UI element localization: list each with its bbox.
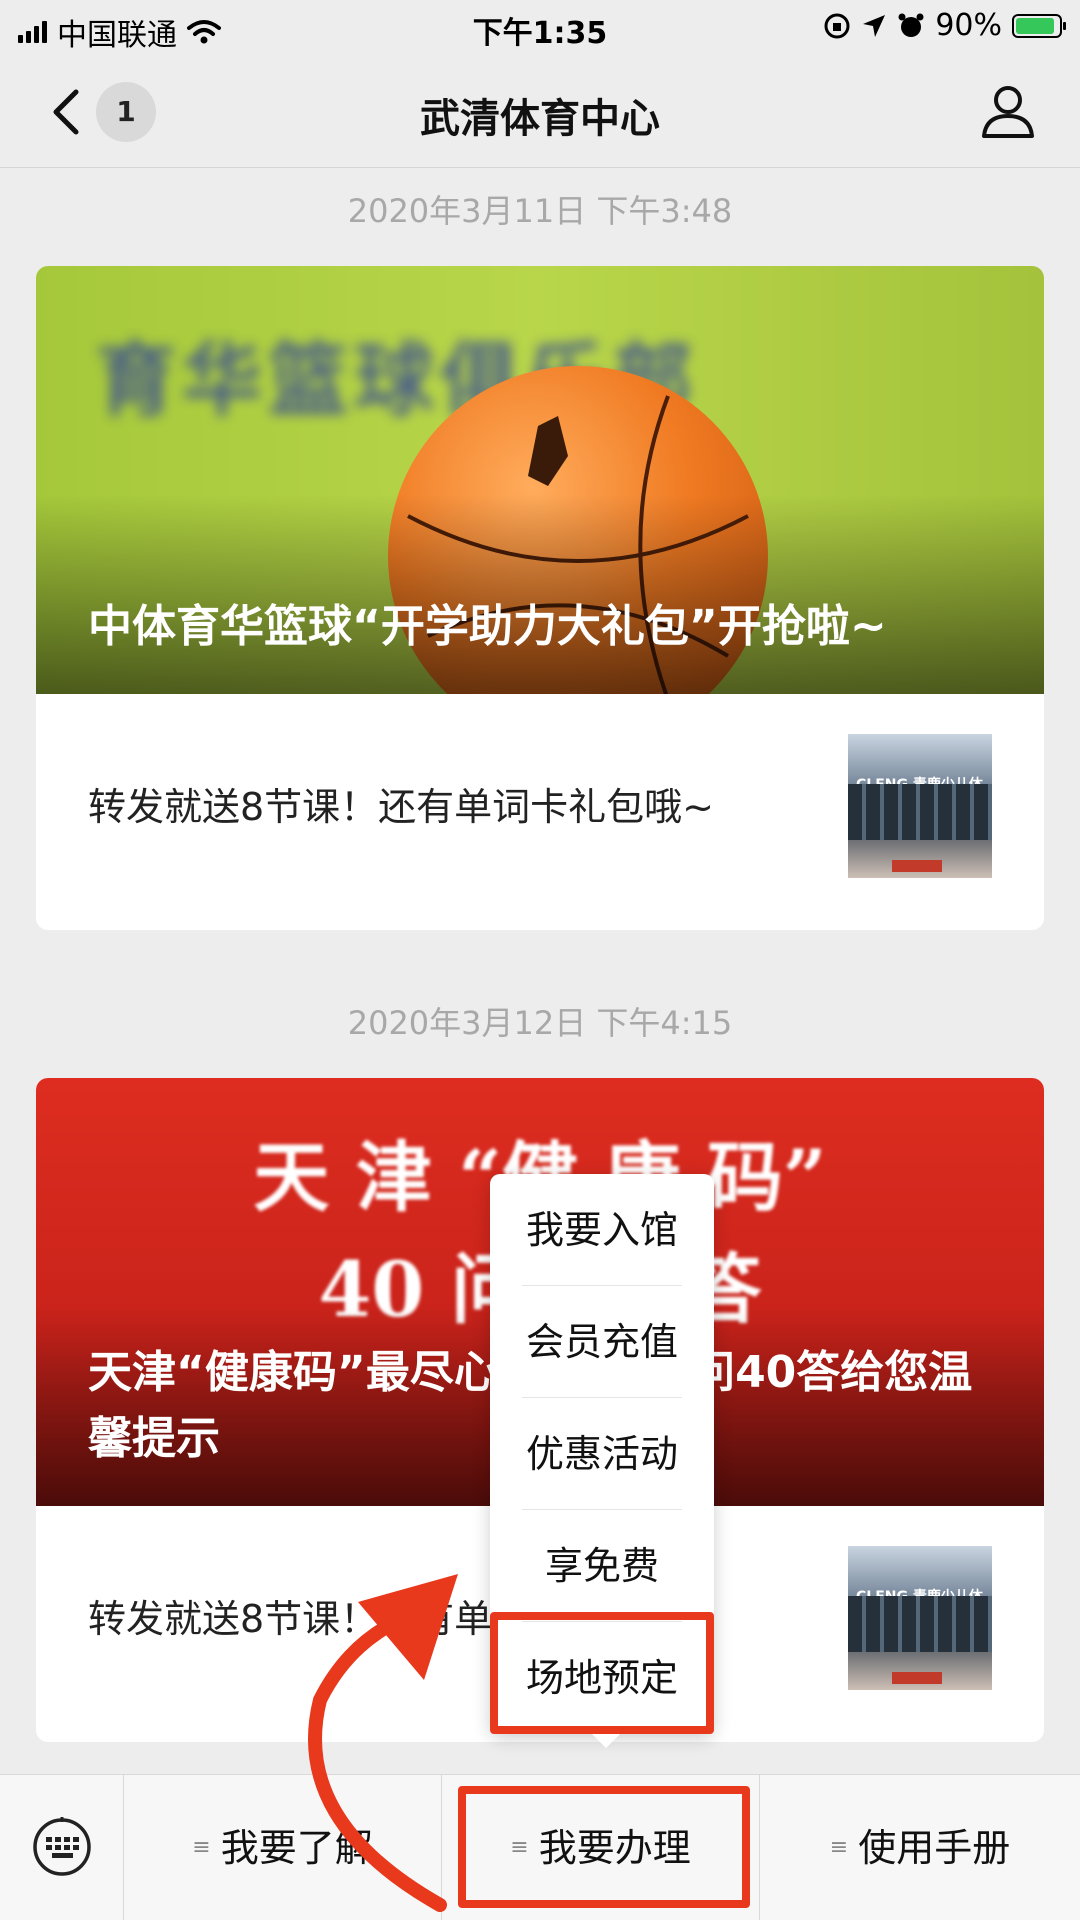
keyboard-icon — [33, 1817, 91, 1876]
battery-icon — [1012, 13, 1066, 38]
submenu-item-label: 会员充值 — [525, 1320, 678, 1364]
message-timestamp: 2020年3月12日 下午4:15 — [347, 1004, 733, 1042]
submenu-item[interactable]: 我要入馆 — [490, 1174, 714, 1286]
location-icon — [863, 14, 886, 37]
message-timestamp: 2020年3月11日 下午3:48 — [347, 192, 733, 230]
menu-lines-icon: ≡ — [829, 1834, 849, 1860]
orientation-lock-icon — [824, 13, 850, 38]
submenu-item[interactable]: 享免费 — [490, 1510, 714, 1622]
submenu-item-label: 优惠活动 — [525, 1432, 678, 1476]
user-icon[interactable] — [976, 80, 1040, 144]
menu-tab-label: 使用手册 — [858, 1826, 1011, 1870]
article-description[interactable]: 转发就送8节课！还有单词卡礼包哦~ — [88, 776, 714, 831]
article-thumbnail[interactable]: CLENG 青鹿少儿体适能 — [848, 1546, 992, 1690]
menu-tab-manual[interactable]: ≡ 使用手册 — [760, 1775, 1080, 1920]
status-bar: 中国联通 下午1:35 90% — [0, 0, 1080, 56]
article-cover[interactable]: 育华篮球俱乐部 中体育华篮球“开学助力大礼包”开抢啦~ — [36, 266, 1044, 694]
status-right: 90% — [823, 8, 1066, 43]
submenu-item[interactable]: 会员充值 — [490, 1286, 714, 1398]
menu-lines-icon: ≡ — [192, 1834, 211, 1860]
keyboard-toggle-button[interactable] — [0, 1775, 124, 1920]
article-sub-item[interactable]: 转发就送8节课！还有单词卡礼包哦~ CLENG 青鹿少儿体适能 — [36, 694, 1044, 930]
menu-tab-handle[interactable]: ≡ 我要办理 — [442, 1775, 760, 1920]
submenu-item-label: 场地预定 — [525, 1656, 678, 1700]
alarm-icon — [898, 13, 924, 37]
menu-lines-icon: ≡ — [510, 1834, 529, 1860]
battery-percent: 90% — [935, 8, 1002, 43]
menu-tab-label: 我要办理 — [538, 1826, 691, 1870]
bottom-menu-bar: ≡ 我要了解 ≡ 我要办理 ≡ 使用手册 — [0, 1774, 1080, 1920]
menu-tab-label: 我要了解 — [220, 1826, 373, 1870]
article-card[interactable]: 育华篮球俱乐部 中体育华篮球“开学助力大礼包”开抢啦~ 转发就送8节课！还有单词… — [36, 266, 1044, 930]
submenu-item-label: 享免费 — [544, 1544, 659, 1588]
submenu-item[interactable]: 优惠活动 — [490, 1398, 714, 1510]
submenu-item-venue-booking[interactable]: 场地预定 — [490, 1622, 714, 1734]
submenu-item-label: 我要入馆 — [525, 1208, 678, 1252]
article-title[interactable]: 中体育华篮球“开学助力大礼包”开抢啦~ — [88, 594, 992, 660]
page-title: 武清体育中心 — [420, 96, 660, 142]
article-thumbnail[interactable]: CLENG 青鹿少儿体适能 — [848, 734, 992, 878]
menu-tab-learn[interactable]: ≡ 我要了解 — [124, 1775, 442, 1920]
nav-bar: 1 武清体育中心 — [0, 56, 1080, 168]
submenu-popup: 我要入馆 会员充值 优惠活动 享免费 场地预定 — [490, 1174, 714, 1748]
